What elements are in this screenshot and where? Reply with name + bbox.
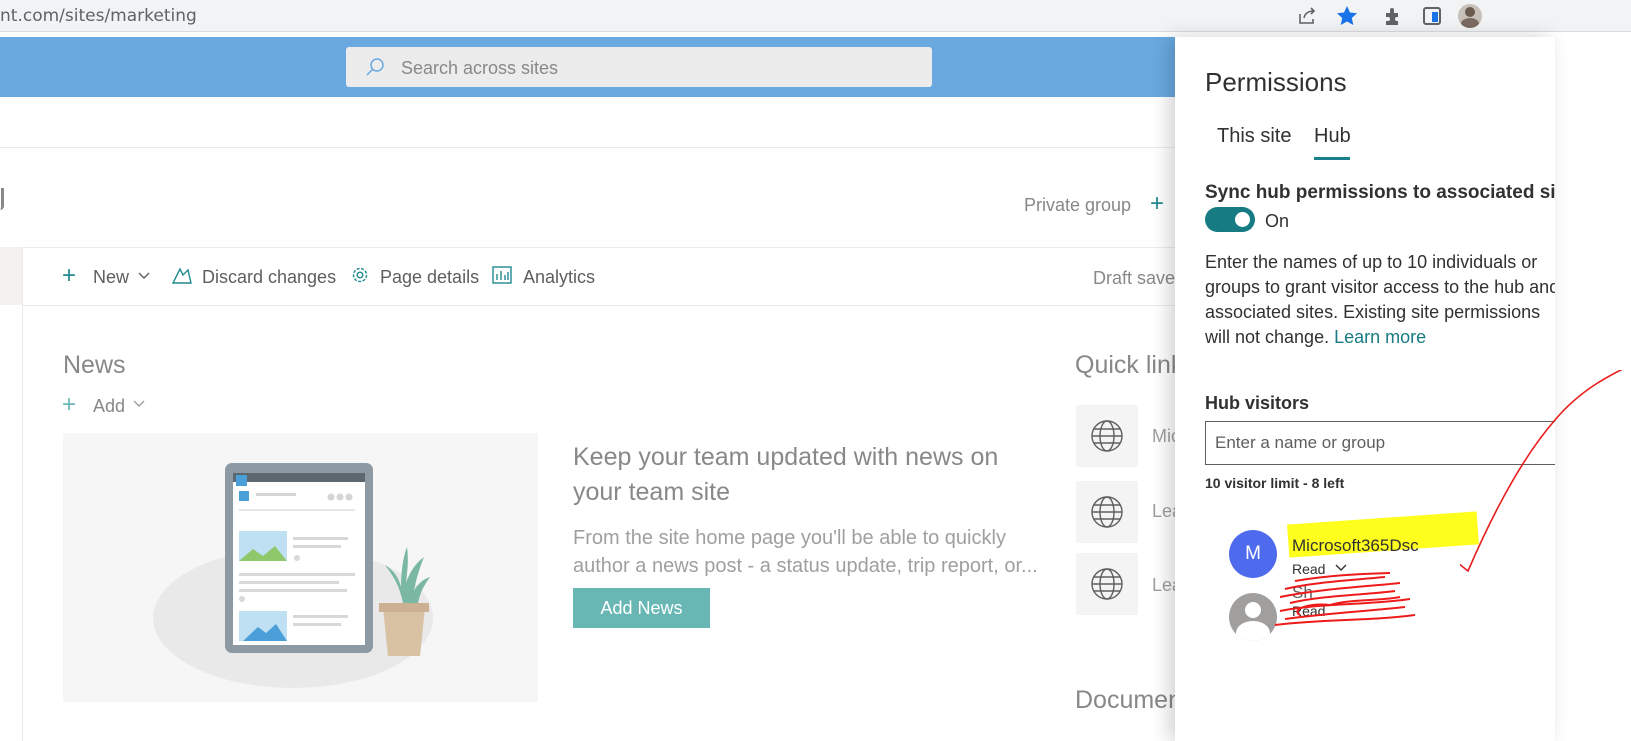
draft-status: Draft saved bbox=[1093, 268, 1186, 288]
news-description: From the site home page you'll be able t… bbox=[573, 527, 1038, 577]
extensions-icon[interactable] bbox=[1382, 4, 1406, 28]
page-details-button[interactable]: Page details bbox=[380, 267, 479, 288]
globe-icon bbox=[1091, 420, 1123, 452]
profile-avatar[interactable] bbox=[1458, 4, 1482, 28]
quick-link-tile[interactable] bbox=[1076, 481, 1138, 543]
sidebar-icon[interactable] bbox=[1420, 4, 1444, 28]
scribble-redaction bbox=[1274, 572, 1416, 626]
site-search-box[interactable]: Search across sites bbox=[346, 47, 932, 87]
news-illustration bbox=[63, 433, 538, 702]
news-add-button[interactable]: Add bbox=[93, 396, 125, 417]
gear-icon bbox=[352, 267, 368, 283]
new-plus-icon: + bbox=[62, 262, 77, 289]
discard-changes-button[interactable]: Discard changes bbox=[202, 267, 336, 288]
divider bbox=[0, 147, 1180, 148]
news-headline: Keep your team updated with news on your… bbox=[573, 443, 999, 506]
discard-icon bbox=[171, 267, 192, 284]
browser-toolbar: nt.com/sites/marketing bbox=[0, 0, 1631, 32]
toggle-knob bbox=[1235, 212, 1250, 227]
add-news-button[interactable]: Add News bbox=[573, 588, 710, 628]
analytics-icon bbox=[492, 266, 512, 284]
active-tab-indicator bbox=[1314, 157, 1350, 160]
quick-link-tile[interactable] bbox=[1076, 405, 1138, 467]
divider bbox=[0, 247, 1180, 248]
private-group-label: Private group bbox=[1024, 195, 1132, 215]
tablet-plant-illustration bbox=[153, 463, 433, 688]
address-bar-url[interactable]: nt.com/sites/marketing bbox=[0, 6, 197, 26]
visitor-limit-text: 10 visitor limit - 8 left bbox=[1205, 475, 1345, 491]
hub-visitors-description: Enter the names of up to 10 individuals … bbox=[1205, 250, 1555, 350]
left-nav-stub bbox=[0, 247, 22, 305]
bookmark-star-icon[interactable] bbox=[1335, 4, 1359, 28]
news-heading: News bbox=[63, 351, 126, 379]
divider bbox=[23, 305, 1180, 306]
quick-link-tile[interactable] bbox=[1076, 553, 1138, 615]
follow-plus-icon[interactable]: + bbox=[1150, 190, 1164, 218]
globe-icon bbox=[1091, 568, 1123, 600]
globe-icon bbox=[1091, 496, 1123, 528]
sync-toggle[interactable] bbox=[1205, 207, 1255, 232]
tab-hub[interactable]: Hub bbox=[1314, 125, 1351, 148]
toggle-state-label: On bbox=[1265, 211, 1290, 231]
new-button[interactable]: New bbox=[93, 267, 129, 288]
site-logo-fragment bbox=[0, 188, 4, 210]
add-plus-icon: + bbox=[62, 391, 77, 418]
panel-title: Permissions bbox=[1205, 67, 1347, 97]
chevron-down-icon bbox=[138, 272, 150, 279]
hub-visitors-label: Hub visitors bbox=[1205, 393, 1310, 413]
search-icon bbox=[366, 58, 384, 76]
visitor-name: Microsoft365Dsc bbox=[1292, 536, 1419, 555]
checkmark-annotation bbox=[1460, 370, 1623, 573]
search-placeholder: Search across sites bbox=[401, 58, 559, 78]
suite-bar: Search across sites bbox=[0, 37, 1180, 97]
share-icon[interactable] bbox=[1295, 4, 1319, 28]
learn-more-link[interactable]: Learn more bbox=[1334, 327, 1426, 347]
chevron-down-icon bbox=[133, 400, 145, 407]
left-rail-border bbox=[22, 247, 23, 741]
sync-hub-permissions-label: Sync hub permissions to associated sites bbox=[1205, 182, 1555, 203]
tab-this-site[interactable]: This site bbox=[1217, 125, 1291, 148]
analytics-button[interactable]: Analytics bbox=[523, 267, 595, 288]
